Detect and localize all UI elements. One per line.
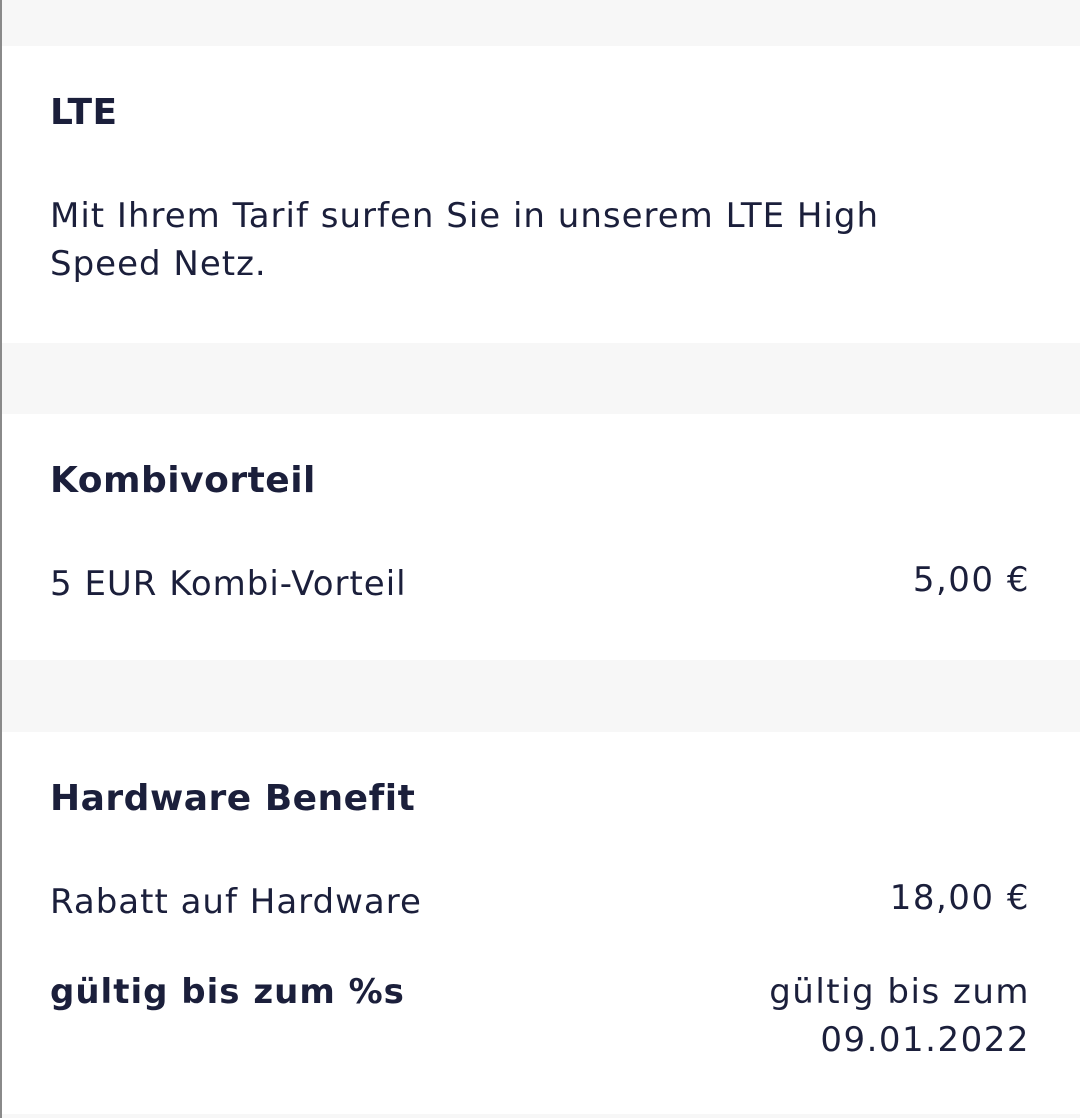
kombi-item-value: 5,00 € (912, 560, 1030, 600)
kombivorteil-section: Kombivorteil 5 EUR Kombi-Vorteil 5,00 € (2, 414, 1080, 660)
hardware-discount-value: 18,00 € (889, 878, 1030, 918)
hardware-discount-label: Rabatt auf Hardware (50, 882, 422, 922)
validity-label: gültig bis zum %s (50, 972, 405, 1012)
kombivorteil-title: Kombivorteil (50, 460, 316, 501)
lte-description: Mit Ihrem Tarif surfen Sie in unserem LT… (50, 196, 880, 284)
lte-section: LTE Mit Ihrem Tarif surfen Sie in unsere… (2, 46, 1080, 343)
lte-title: LTE (50, 92, 118, 133)
kombi-item-label: 5 EUR Kombi-Vorteil (50, 564, 407, 604)
hardware-benefit-section: Hardware Benefit Rabatt auf Hardware 18,… (2, 732, 1080, 1114)
validity-value: gültig bis zum 09.01.2022 (769, 972, 1030, 1060)
hardware-benefit-title: Hardware Benefit (50, 778, 416, 819)
